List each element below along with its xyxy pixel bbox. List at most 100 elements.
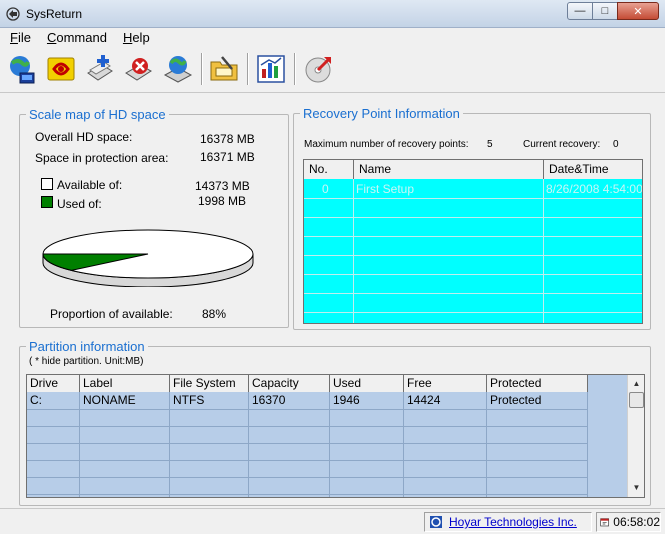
- grid-line: [27, 460, 588, 461]
- main-area: Scale map of HD space Overall HD space: …: [0, 93, 665, 508]
- clock-panel: 06:58:02: [596, 512, 661, 532]
- partition-label-cell: NONAME: [83, 393, 136, 407]
- window-controls: — □ ✕: [567, 2, 659, 20]
- available-label: Available of:: [57, 178, 123, 192]
- recovery-point-title: Recovery Point Information: [300, 106, 463, 121]
- grid-line: [304, 236, 642, 237]
- report-chart-icon[interactable]: [255, 53, 287, 85]
- col-datetime-header[interactable]: Date&Time: [544, 160, 642, 179]
- folder-tools-icon[interactable]: [208, 53, 240, 85]
- grid-line: [304, 217, 642, 218]
- app-icon: [6, 7, 20, 21]
- grid-line: [27, 426, 588, 427]
- used-value: 1998 MB: [198, 194, 247, 208]
- col-name-header[interactable]: Name: [354, 160, 544, 179]
- grid-line: [304, 255, 642, 256]
- grid-line: [304, 274, 642, 275]
- maximize-button[interactable]: □: [592, 2, 618, 20]
- max-recovery-label: Maximum number of recovery points:: [304, 139, 469, 150]
- current-recovery-label: Current recovery:: [523, 139, 601, 150]
- recovery-name-cell: First Setup: [356, 182, 415, 196]
- grid-line: [587, 392, 588, 497]
- grid-line: [27, 477, 588, 478]
- col-protected-header[interactable]: Protected: [487, 375, 588, 392]
- menu-help[interactable]: Help: [113, 28, 156, 47]
- max-recovery-value: 5: [487, 139, 493, 150]
- calendar-clock-icon: [600, 518, 609, 527]
- close-icon: ✕: [633, 5, 643, 18]
- scroll-up-button[interactable]: ▲: [629, 376, 644, 391]
- proportion-label: Proportion of available:: [50, 307, 173, 321]
- recovery-datetime-cell: 8/26/2008 4:54:00: [546, 182, 643, 196]
- used-label: Used of:: [57, 197, 102, 211]
- col-no-header[interactable]: No.: [304, 160, 354, 179]
- grid-line: [353, 179, 354, 323]
- partition-table-header: Drive Label File System Capacity Used Fr…: [27, 375, 588, 392]
- grid-line: [27, 494, 588, 495]
- hd-space-group: Scale map of HD space: [19, 107, 289, 328]
- used-swatch: [41, 196, 53, 208]
- cd-burn-icon[interactable]: [302, 53, 334, 85]
- scroll-down-button[interactable]: ▼: [629, 480, 644, 495]
- menu-file-mnemonic: F: [10, 30, 18, 45]
- menu-help-mnemonic: H: [122, 30, 133, 45]
- maximize-icon: □: [601, 5, 609, 17]
- menu-file[interactable]: File: [0, 28, 37, 47]
- grid-line: [27, 409, 588, 410]
- partition-drive-cell: C:: [30, 393, 42, 407]
- toolbar-separator: [294, 53, 296, 85]
- hd-space-pie-chart: [42, 229, 254, 287]
- col-filesystem-header[interactable]: File System: [170, 375, 249, 392]
- grid-line: [543, 179, 544, 323]
- status-bar: Hoyar Technologies Inc. 06:58:02: [0, 508, 665, 534]
- menu-command-label: ommand: [56, 30, 107, 45]
- recovery-table-header: No. Name Date&Time: [304, 160, 642, 179]
- available-swatch: [41, 178, 53, 190]
- partition-hint: ( * hide partition. Unit:MB): [29, 356, 144, 367]
- company-logo-icon: [430, 516, 442, 528]
- menu-command-mnemonic: C: [46, 30, 57, 45]
- grid-line: [304, 312, 642, 313]
- grid-line: [27, 443, 588, 444]
- window-title: SysReturn: [26, 7, 83, 21]
- protection-area-label: Space in protection area:: [35, 151, 169, 165]
- close-button[interactable]: ✕: [617, 2, 659, 20]
- scroll-thumb[interactable]: [629, 392, 644, 408]
- global-restore-icon[interactable]: [162, 53, 194, 85]
- proportion-value: 88%: [202, 307, 227, 321]
- partition-scrollbar[interactable]: ▲ ▼: [627, 375, 644, 497]
- col-capacity-header[interactable]: Capacity: [249, 375, 330, 392]
- col-drive-header[interactable]: Drive: [27, 375, 80, 392]
- recovery-point-icon[interactable]: [45, 53, 77, 85]
- scroll-up-icon: ▲: [632, 379, 641, 388]
- toolbar-separator: [247, 53, 249, 85]
- delete-icon[interactable]: [123, 53, 155, 85]
- scroll-down-icon: ▼: [632, 483, 641, 492]
- minimize-button[interactable]: —: [567, 2, 593, 20]
- grid-line: [304, 198, 642, 199]
- partition-fs-cell: NTFS: [173, 393, 205, 407]
- partition-used-cell: 1946: [333, 393, 360, 407]
- col-used-header[interactable]: Used: [330, 375, 404, 392]
- menu-command[interactable]: Command: [37, 28, 113, 47]
- partition-free-cell: 14424: [407, 393, 441, 407]
- recovery-point-table: No. Name Date&Time 0 First Setup 8/26/20…: [303, 159, 643, 324]
- protection-area-value: 16371 MB: [200, 150, 255, 164]
- recovery-no-cell: 0: [322, 182, 329, 196]
- col-label-header[interactable]: Label: [80, 375, 170, 392]
- overall-hd-value: 16378 MB: [200, 132, 255, 146]
- partition-title: Partition information: [26, 339, 148, 354]
- menu-bar: File Command Help: [0, 28, 665, 47]
- title-bar: SysReturn — □ ✕: [0, 0, 665, 28]
- globe-network-icon[interactable]: [6, 53, 38, 85]
- company-link[interactable]: Hoyar Technologies Inc.: [449, 515, 577, 529]
- hd-space-title: Scale map of HD space: [26, 107, 169, 122]
- minimize-icon: —: [574, 5, 586, 17]
- company-panel: Hoyar Technologies Inc.: [424, 512, 592, 532]
- add-disk-icon[interactable]: [84, 53, 116, 85]
- menu-file-label: ile: [17, 30, 31, 45]
- partition-capacity-cell: 16370: [252, 393, 286, 407]
- partition-table: Drive Label File System Capacity Used Fr…: [26, 374, 645, 498]
- col-free-header[interactable]: Free: [404, 375, 487, 392]
- available-value: 14373 MB: [195, 179, 250, 193]
